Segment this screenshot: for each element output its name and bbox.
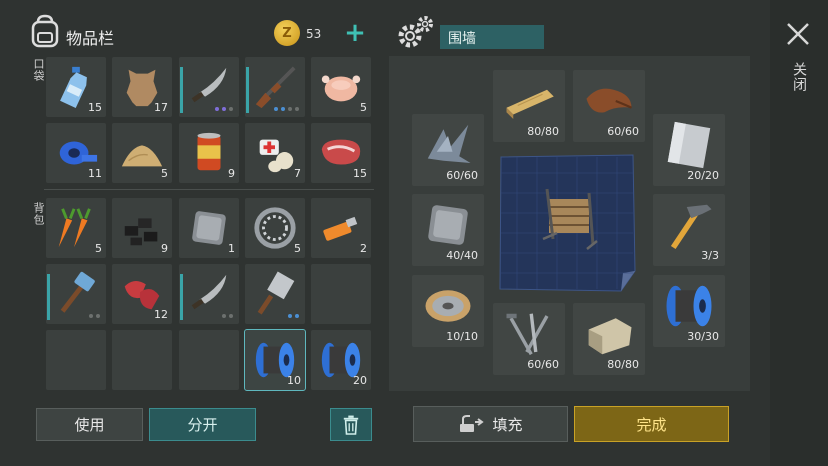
inventory-slot[interactable]: 5 [112,123,172,183]
fill-label: 填充 [492,415,523,434]
settings-gear-icon [396,14,436,50]
backpack-label: 背包 [32,202,45,226]
inventory-slot[interactable]: 5 [245,198,305,258]
item-count: 5 [294,242,301,255]
item-count: 5 [95,242,102,255]
inventory-slot[interactable]: 10 [244,329,306,391]
item-count: 10 [287,374,301,387]
coin-icon: Z [274,20,300,46]
ingredient-count: 30/30 [687,330,719,343]
inventory-slot[interactable]: 15 [311,123,371,183]
ingredient-count: 60/60 [607,125,639,138]
inventory-slot[interactable]: 1 [179,198,239,258]
inventory-slot[interactable]: 17 [112,57,172,117]
durability-bar [180,274,183,320]
inventory-slot[interactable]: 20 [311,330,371,390]
item-count: 7 [294,167,301,180]
level-dots [215,107,233,111]
use-button[interactable]: 使用 [36,408,143,441]
ingredient-slot[interactable]: 10/10 [412,275,484,347]
item-count: 2 [360,242,367,255]
coin-count: 53 [306,27,322,41]
recipe-name: 围墙 [440,25,544,49]
durability-bar [180,67,183,113]
inventory-slot[interactable]: 7 [245,123,305,183]
split-button[interactable]: 分开 [149,408,256,441]
ingredient-slot[interactable]: 80/80 [493,70,565,142]
ingredient-slot[interactable]: 3/3 [653,194,725,266]
inventory-slot[interactable] [46,264,106,324]
inventory-slot[interactable] [179,57,239,117]
inventory-slot[interactable]: 5 [311,57,371,117]
item-count: 9 [161,242,168,255]
item-count: 5 [360,101,367,114]
ingredient-count: 10/10 [446,330,478,343]
inventory-slot[interactable]: 12 [112,264,172,324]
trash-button[interactable] [330,408,372,441]
section-divider [44,189,374,190]
inventory-slot[interactable]: 9 [179,123,239,183]
empty-slot[interactable] [311,264,371,324]
inventory-title: 物品栏 [66,29,115,48]
add-coins-button[interactable]: + [342,20,368,47]
ingredient-count: 80/80 [607,358,639,371]
item-count: 15 [353,167,367,180]
ingredient-count: 80/80 [527,125,559,138]
fill-button[interactable]: 填充 [413,406,568,442]
ingredient-count: 40/40 [446,249,478,262]
durability-bar [246,67,249,113]
ingredient-count: 60/60 [527,358,559,371]
level-dots [89,314,100,318]
item-count: 5 [161,167,168,180]
item-count: 15 [88,101,102,114]
trash-icon [343,415,359,435]
item-count: 1 [228,242,235,255]
ingredient-count: 60/60 [446,169,478,182]
inventory-slot[interactable]: 15 [46,57,106,117]
inventory-slot[interactable] [245,264,305,324]
close-label[interactable]: 关闭 [789,62,809,92]
ingredient-slot[interactable]: 60/60 [573,70,645,142]
inventory-slot[interactable] [245,57,305,117]
level-dots [288,314,299,318]
item-count: 17 [154,101,168,114]
empty-slot[interactable] [46,330,106,390]
inventory-slot[interactable] [179,264,239,324]
ingredient-count: 20/20 [687,169,719,182]
autofill-icon [460,415,485,432]
ingredient-slot[interactable]: 60/60 [493,303,565,375]
inventory-slot[interactable]: 5 [46,198,106,258]
item-count: 9 [228,167,235,180]
ingredient-slot[interactable]: 40/40 [412,194,484,266]
inventory-slot[interactable]: 9 [112,198,172,258]
item-count: 20 [353,374,367,387]
empty-slot[interactable] [179,330,239,390]
ingredient-count: 3/3 [701,249,719,262]
ingredient-slot[interactable]: 20/20 [653,114,725,186]
ingredient-slot[interactable]: 80/80 [573,303,645,375]
pocket-label: 口袋 [32,58,45,82]
backpack-icon [30,14,60,48]
inventory-slot[interactable]: 11 [46,123,106,183]
ingredient-slot[interactable]: 60/60 [412,114,484,186]
close-icon[interactable] [784,20,812,48]
done-button[interactable]: 完成 [574,406,729,442]
empty-slot[interactable] [112,330,172,390]
blueprint [497,153,637,293]
ingredient-slot[interactable]: 30/30 [653,275,725,347]
inventory-slot[interactable]: 2 [311,198,371,258]
item-count: 12 [154,308,168,321]
level-dots [274,107,299,111]
item-count: 11 [88,167,102,180]
level-dots [222,314,233,318]
durability-bar [47,274,50,320]
